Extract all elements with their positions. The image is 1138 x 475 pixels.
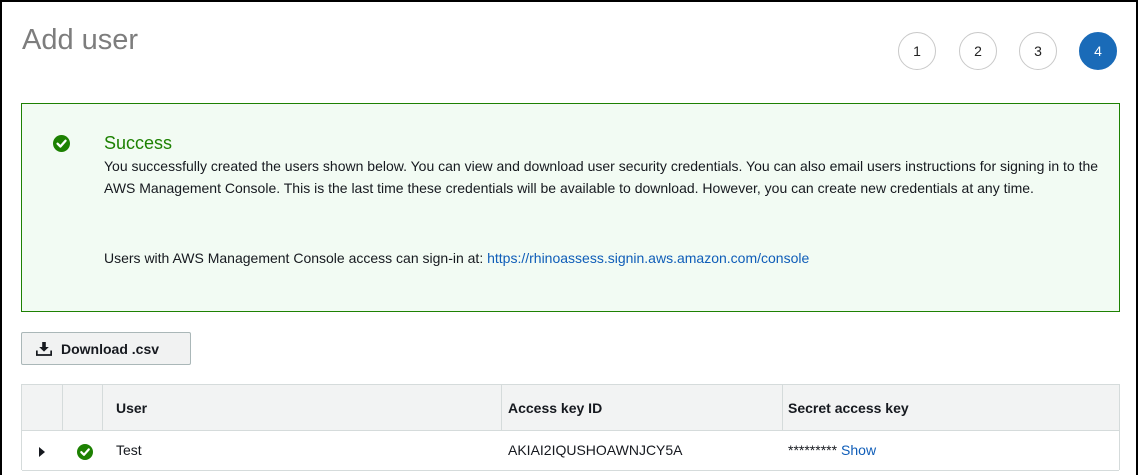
signin-prefix: Users with AWS Management Console access… [104, 250, 484, 266]
table-header: User Access key ID Secret access key [22, 385, 1119, 431]
secret-masked: ********* [788, 442, 838, 458]
signin-line: Users with AWS Management Console access… [104, 250, 809, 266]
step-3[interactable]: 3 [1019, 32, 1057, 70]
secret-access-key: ********* Show [788, 442, 876, 458]
download-icon [36, 341, 52, 356]
user-name: Test [116, 442, 142, 458]
step-2[interactable]: 2 [959, 32, 997, 70]
signin-link[interactable]: https://rhinoassess.signin.aws.amazon.co… [487, 250, 809, 266]
caret-right-icon[interactable] [39, 447, 45, 457]
step-1[interactable]: 1 [898, 32, 936, 70]
row-divider [22, 470, 1119, 471]
check-circle-icon [77, 444, 93, 460]
header-access-key-id[interactable]: Access key ID [501, 385, 783, 431]
access-key-id: AKIAI2IQUSHOAWNJCY5A [508, 442, 683, 458]
table-row: Test AKIAI2IQUSHOAWNJCY5A ********* Show [22, 432, 1119, 470]
step-4-active[interactable]: 4 [1079, 32, 1117, 70]
download-csv-button[interactable]: Download .csv [21, 332, 191, 365]
page-title: Add user [22, 24, 139, 56]
header-user[interactable]: User [102, 385, 502, 431]
credentials-table: User Access key ID Secret access key Tes… [21, 384, 1120, 471]
check-circle-icon [53, 135, 70, 152]
header-status-column [62, 385, 103, 431]
page-frame: Add user 1 2 3 4 Success You successfull… [0, 0, 1138, 475]
success-message: You successfully created the users shown… [104, 158, 1099, 196]
download-label: Download .csv [61, 340, 160, 357]
success-alert: Success You successfully created the use… [21, 103, 1120, 312]
success-title: Success [104, 133, 173, 153]
header-secret-access-key[interactable]: Secret access key [782, 385, 1120, 431]
show-secret-link[interactable]: Show [841, 442, 876, 458]
